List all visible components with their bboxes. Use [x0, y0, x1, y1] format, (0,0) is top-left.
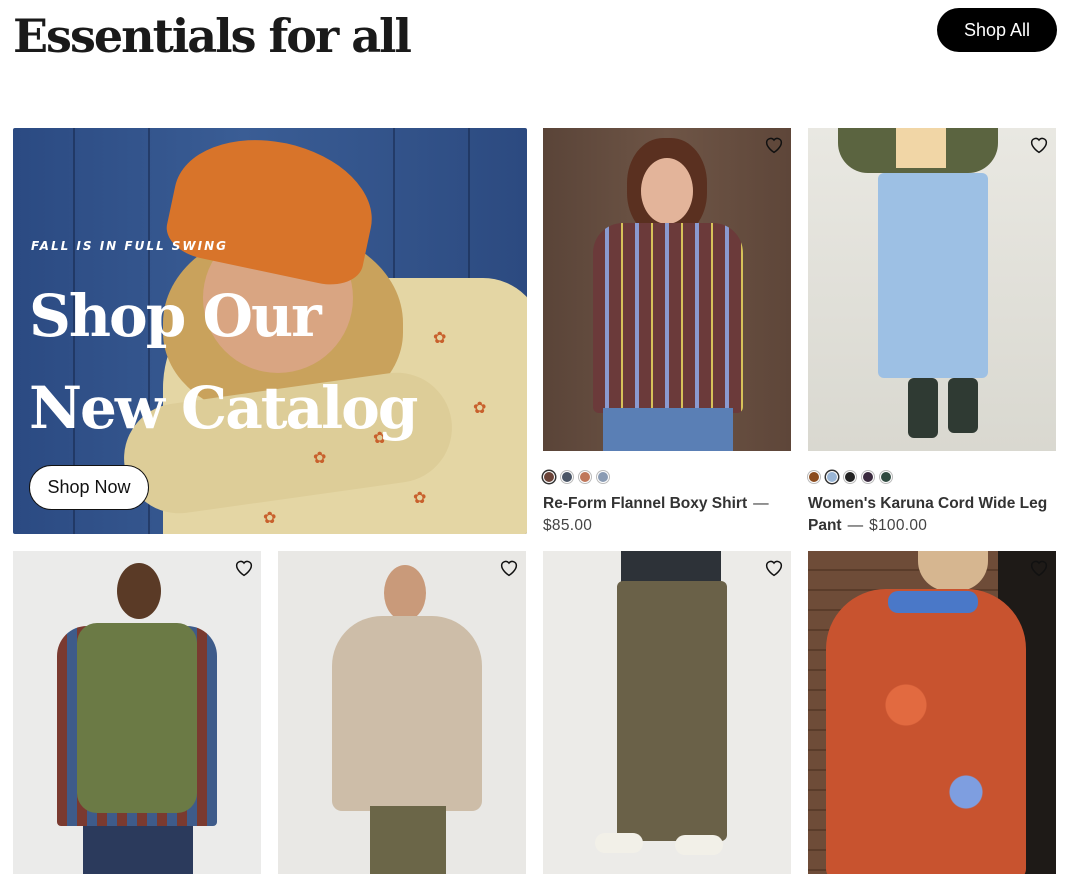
color-swatches	[808, 471, 1056, 483]
color-swatch[interactable]	[579, 471, 591, 483]
wishlist-heart-icon[interactable]	[1028, 134, 1050, 156]
product-name[interactable]: Women's Karuna Cord Wide Leg Pant	[808, 495, 1047, 534]
price-separator: —	[753, 495, 769, 512]
shop-now-button[interactable]: Shop Now	[29, 465, 149, 510]
product-card[interactable]	[278, 551, 526, 874]
hero-title: Shop Our New Catalog	[29, 282, 418, 442]
product-name[interactable]: Re-Form Flannel Boxy Shirt	[543, 495, 747, 512]
product-card[interactable]	[13, 551, 261, 874]
wishlist-heart-icon[interactable]	[763, 134, 785, 156]
product-image[interactable]	[808, 128, 1056, 451]
color-swatch[interactable]	[880, 471, 892, 483]
color-swatch[interactable]	[826, 471, 838, 483]
color-swatch[interactable]	[561, 471, 573, 483]
product-image[interactable]	[543, 551, 791, 874]
wishlist-heart-icon[interactable]	[763, 557, 785, 579]
color-swatches	[543, 471, 791, 483]
product-price: $85.00	[543, 517, 593, 534]
product-image[interactable]	[278, 551, 526, 874]
color-swatch[interactable]	[543, 471, 555, 483]
price-separator: —	[847, 517, 864, 534]
product-card[interactable]: Women's Karuna Cord Wide Leg Pant — $100.0…	[808, 128, 1056, 537]
color-swatch[interactable]	[808, 471, 820, 483]
product-card[interactable]	[808, 551, 1056, 874]
wishlist-heart-icon[interactable]	[233, 557, 255, 579]
product-card[interactable]: Re-Form Flannel Boxy Shirt — $85.00	[543, 128, 791, 537]
product-info: Women's Karuna Cord Wide Leg Pant — $100.0…	[808, 493, 1056, 537]
wishlist-heart-icon[interactable]	[1028, 557, 1050, 579]
section-title: Essentials for all	[13, 9, 412, 63]
product-image[interactable]	[808, 551, 1056, 874]
product-info: Re-Form Flannel Boxy Shirt — $85.00	[543, 493, 791, 537]
color-swatch[interactable]	[862, 471, 874, 483]
product-image[interactable]	[13, 551, 261, 874]
hero-kicker: FALL IS IN FULL SWING	[31, 239, 229, 253]
product-card[interactable]	[543, 551, 791, 874]
product-image[interactable]	[543, 128, 791, 451]
shop-all-button[interactable]: Shop All	[937, 8, 1057, 52]
product-price: $100.00	[869, 517, 928, 534]
color-swatch[interactable]	[597, 471, 609, 483]
catalog-promo-banner[interactable]: ✿ ✿ ✿ ✿ ✿ ✿ FALL IS IN FULL SWING Shop O…	[13, 128, 527, 534]
color-swatch[interactable]	[844, 471, 856, 483]
wishlist-heart-icon[interactable]	[498, 557, 520, 579]
